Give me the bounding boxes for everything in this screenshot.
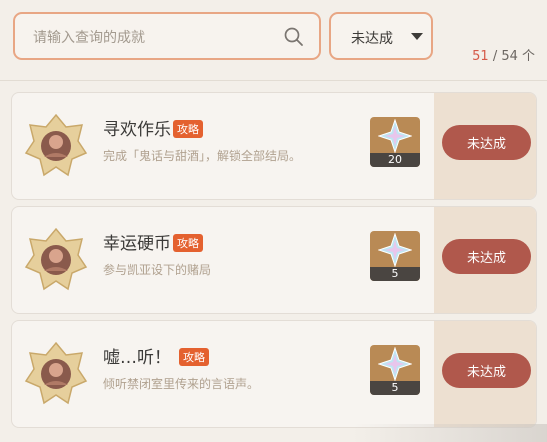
status-filter-dropdown[interactable]: 未达成 — [329, 12, 433, 60]
achievement-card[interactable]: 嘘…听！ 攻略 倾听禁闭室里传来的言语声。 5 未达成 — [11, 320, 537, 428]
title-text: 嘘…听！ — [103, 348, 171, 368]
total-count: / 54 个 — [492, 49, 535, 64]
achievement-card[interactable]: 寻欢作乐 攻略 完成「鬼话与甜酒」，解锁全部结局。 20 未达成 — [11, 92, 537, 200]
completed-count: 51 — [472, 49, 489, 64]
achievement-description: 完成「鬼话与甜酒」，解锁全部结局。 — [103, 149, 302, 163]
achievement-card[interactable]: 幸运硬币 攻略 参与凯亚设下的赌局 5 未达成 — [11, 206, 537, 314]
primogem-icon — [378, 347, 412, 381]
status-button[interactable]: 未达成 — [442, 353, 531, 388]
achievement-description: 倾听禁闭室里传来的言语声。 — [103, 377, 260, 391]
guide-tag[interactable]: 攻略 — [173, 234, 203, 252]
status-button[interactable]: 未达成 — [442, 239, 531, 274]
status-button[interactable]: 未达成 — [442, 125, 531, 160]
achievement-badge-icon — [24, 113, 88, 177]
primogem-icon — [378, 119, 412, 153]
achievement-description: 参与凯亚设下的赌局 — [103, 263, 212, 277]
reward-count: 20 — [370, 153, 420, 167]
achievement-title: 幸运硬币 攻略 — [103, 229, 203, 254]
reward-count: 5 — [370, 267, 420, 281]
search-input[interactable] — [31, 26, 285, 50]
achievement-title: 寻欢作乐 攻略 — [103, 115, 203, 140]
filter-selected-label: 未达成 — [351, 31, 393, 47]
reward-count: 5 — [370, 381, 420, 395]
guide-tag[interactable]: 攻略 — [179, 348, 209, 366]
reward-item: 5 — [370, 231, 420, 281]
primogem-icon — [378, 233, 412, 267]
scroll-fade — [353, 424, 547, 442]
achievement-counter: 51 / 54 个 — [472, 45, 535, 64]
top-bar: 未达成 51 / 54 个 — [0, 0, 547, 81]
achievement-title: 嘘…听！ 攻略 — [103, 343, 209, 368]
title-text: 幸运硬币 — [103, 234, 171, 254]
achievement-badge-icon — [24, 227, 88, 291]
reward-item: 5 — [370, 345, 420, 395]
achievement-badge-icon — [24, 341, 88, 405]
search-icon[interactable] — [283, 26, 305, 48]
search-box[interactable] — [13, 12, 321, 60]
caret-down-icon — [411, 33, 423, 40]
reward-item: 20 — [370, 117, 420, 167]
title-text: 寻欢作乐 — [103, 120, 171, 140]
guide-tag[interactable]: 攻略 — [173, 120, 203, 138]
